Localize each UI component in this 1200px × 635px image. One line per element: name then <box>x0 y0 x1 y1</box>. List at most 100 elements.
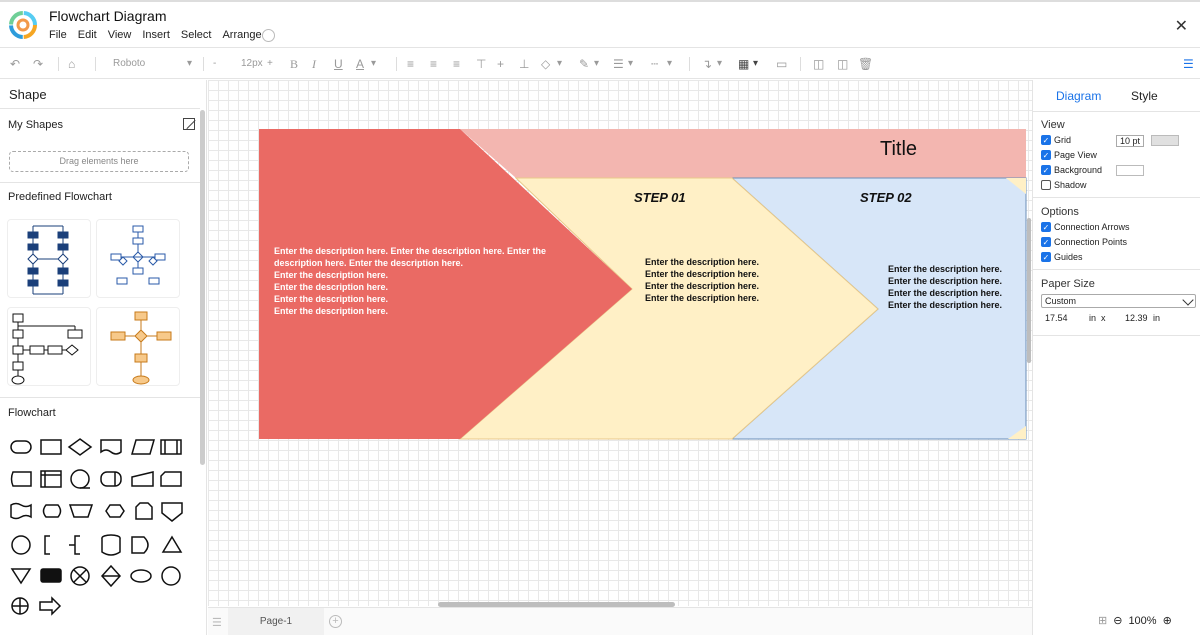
to-front-icon[interactable]: ◫ <box>813 56 824 72</box>
database-shape-icon[interactable] <box>101 534 121 556</box>
sequential-data-shape-icon[interactable] <box>70 469 90 489</box>
menu-select[interactable]: Select <box>181 29 212 41</box>
display-shape-icon[interactable] <box>42 504 62 518</box>
connection-points-checkbox[interactable]: ✓ Connection Points <box>1041 237 1127 247</box>
grid-checkbox[interactable]: ✓ Grid <box>1041 135 1071 145</box>
pages-menu-icon[interactable]: ☰ <box>212 616 222 629</box>
tab-diagram[interactable]: Diagram <box>1056 89 1101 103</box>
menu-edit[interactable]: Edit <box>78 29 97 41</box>
arrow-shape-icon[interactable] <box>39 596 62 616</box>
summing-junction-shape-icon[interactable] <box>70 566 90 586</box>
menu-file[interactable]: File <box>49 29 67 41</box>
align-center-icon[interactable]: ≡ <box>430 56 437 72</box>
shadow-checkbox[interactable]: Shadow <box>1041 180 1087 190</box>
sort-shape-icon[interactable] <box>100 564 122 588</box>
align-left-icon[interactable]: ≡ <box>407 56 414 72</box>
extract-shape-icon[interactable] <box>161 535 183 553</box>
close-icon[interactable]: ✕ <box>1175 16 1188 36</box>
italic-button[interactable]: I <box>312 56 316 72</box>
redo-icon[interactable]: ↷ <box>33 56 43 72</box>
chevron-down-icon[interactable]: ▾ <box>717 56 722 72</box>
chevron-down-icon[interactable]: ▾ <box>187 56 192 72</box>
card-shape-icon[interactable] <box>160 471 182 487</box>
process-shape-icon[interactable] <box>40 439 62 455</box>
guides-checkbox[interactable]: ✓ Guides <box>1041 252 1083 262</box>
my-shapes-label[interactable]: My Shapes <box>8 119 63 131</box>
zoom-in-icon[interactable]: ⊕ <box>1163 614 1172 627</box>
bold-button[interactable]: B <box>290 56 298 72</box>
grid-color-swatch[interactable] <box>1151 135 1179 146</box>
table-icon[interactable]: ▦ <box>738 56 749 72</box>
predefined-flowchart-label[interactable]: Predefined Flowchart <box>8 191 112 203</box>
zoom-out-icon[interactable]: ⊖ <box>1113 614 1122 627</box>
undo-icon[interactable]: ↶ <box>10 56 20 72</box>
text-color-button[interactable]: A <box>356 56 364 72</box>
grid-size-input[interactable]: 10 pt <box>1116 135 1145 147</box>
title-band[interactable] <box>460 129 1026 178</box>
image-icon[interactable]: ▭ <box>776 56 787 72</box>
step-01-label[interactable]: STEP 01 <box>634 190 686 205</box>
font-size-input[interactable]: 12px <box>241 56 263 72</box>
chevron-down-icon[interactable]: ▾ <box>667 56 672 72</box>
zoom-level[interactable]: 100% <box>1128 615 1156 627</box>
intro-description[interactable]: Enter the description here. Enter the de… <box>274 245 564 317</box>
internal-storage-shape-icon[interactable] <box>40 470 62 488</box>
merge-shape-icon[interactable] <box>10 568 32 585</box>
diagram-title[interactable]: Title <box>880 138 917 161</box>
font-size-decrease[interactable]: - <box>213 56 216 72</box>
shape-panel-scrollbar[interactable] <box>200 110 205 465</box>
template-thumbnail[interactable] <box>7 307 91 386</box>
data-shape-icon[interactable] <box>131 439 155 455</box>
delete-icon[interactable]: 🗑 <box>858 56 873 72</box>
fill-color-icon[interactable]: ◇ <box>541 56 550 72</box>
tab-style[interactable]: Style <box>1131 89 1158 103</box>
predefined-process-shape-icon[interactable] <box>160 439 182 455</box>
align-bottom-icon[interactable]: ⊥ <box>519 56 529 72</box>
document-shape-icon[interactable] <box>100 439 122 455</box>
terminator-shape-icon[interactable] <box>10 440 32 454</box>
background-color-swatch[interactable] <box>1116 165 1144 176</box>
template-thumbnail[interactable] <box>96 307 180 386</box>
paper-tape-shape-icon[interactable] <box>10 502 32 520</box>
step-02-description[interactable]: Enter the description here. Enter the de… <box>888 263 1028 311</box>
canvas-vertical-scrollbar[interactable] <box>1027 218 1031 363</box>
annotation-shape-icon[interactable] <box>44 535 50 555</box>
ellipse-shape-icon[interactable] <box>130 569 152 583</box>
or-shape-icon[interactable] <box>11 597 29 615</box>
align-right-icon[interactable]: ≡ <box>453 56 460 72</box>
annotation-2-shape-icon[interactable] <box>69 535 80 555</box>
preparation-shape-icon[interactable] <box>105 504 125 518</box>
edit-icon[interactable] <box>183 118 195 130</box>
paper-height-input[interactable]: 12.39 <box>1125 313 1148 323</box>
manual-input-shape-icon[interactable] <box>131 471 154 487</box>
chevron-down-icon[interactable]: ▾ <box>628 56 633 72</box>
page-tab[interactable]: Page-1 <box>228 608 324 635</box>
to-back-icon[interactable]: ◫ <box>837 56 848 72</box>
stored-data-2-shape-icon[interactable] <box>40 568 62 583</box>
menu-view[interactable]: View <box>108 29 132 41</box>
history-icon[interactable] <box>262 29 275 42</box>
flowchart-label[interactable]: Flowchart <box>8 407 56 419</box>
direct-data-shape-icon[interactable] <box>100 471 122 487</box>
off-page-connector-shape-icon[interactable] <box>161 502 183 522</box>
menu-arrange[interactable]: Arrange <box>222 29 261 41</box>
stored-data-shape-icon[interactable] <box>10 471 32 487</box>
manual-operation-shape-icon[interactable] <box>68 504 94 518</box>
connector-shape-icon[interactable] <box>11 535 31 555</box>
page-view-checkbox[interactable]: ✓ Page View <box>1041 150 1097 160</box>
chevron-down-icon[interactable]: ▾ <box>594 56 599 72</box>
font-family-select[interactable]: Roboto <box>113 56 145 72</box>
template-thumbnail[interactable] <box>96 219 180 298</box>
chevron-down-icon[interactable]: ▾ <box>371 56 376 72</box>
paper-size-select[interactable]: Custom <box>1041 294 1196 308</box>
step-01-description[interactable]: Enter the description here. Enter the de… <box>645 256 795 304</box>
fit-page-icon[interactable]: ⊞ <box>1098 614 1107 627</box>
drag-drop-zone[interactable]: Drag elements here <box>9 151 189 172</box>
loop-limit-shape-icon[interactable] <box>135 502 153 520</box>
font-size-increase[interactable]: + <box>267 56 273 72</box>
align-middle-icon[interactable]: + <box>497 56 504 72</box>
paper-width-input[interactable]: 17.54 <box>1045 313 1068 323</box>
align-top-icon[interactable]: ⊤ <box>476 56 486 72</box>
diagram-canvas[interactable]: Title STEP 01 STEP 02 Enter the descript… <box>208 80 1032 606</box>
underline-button[interactable]: U <box>334 56 343 72</box>
